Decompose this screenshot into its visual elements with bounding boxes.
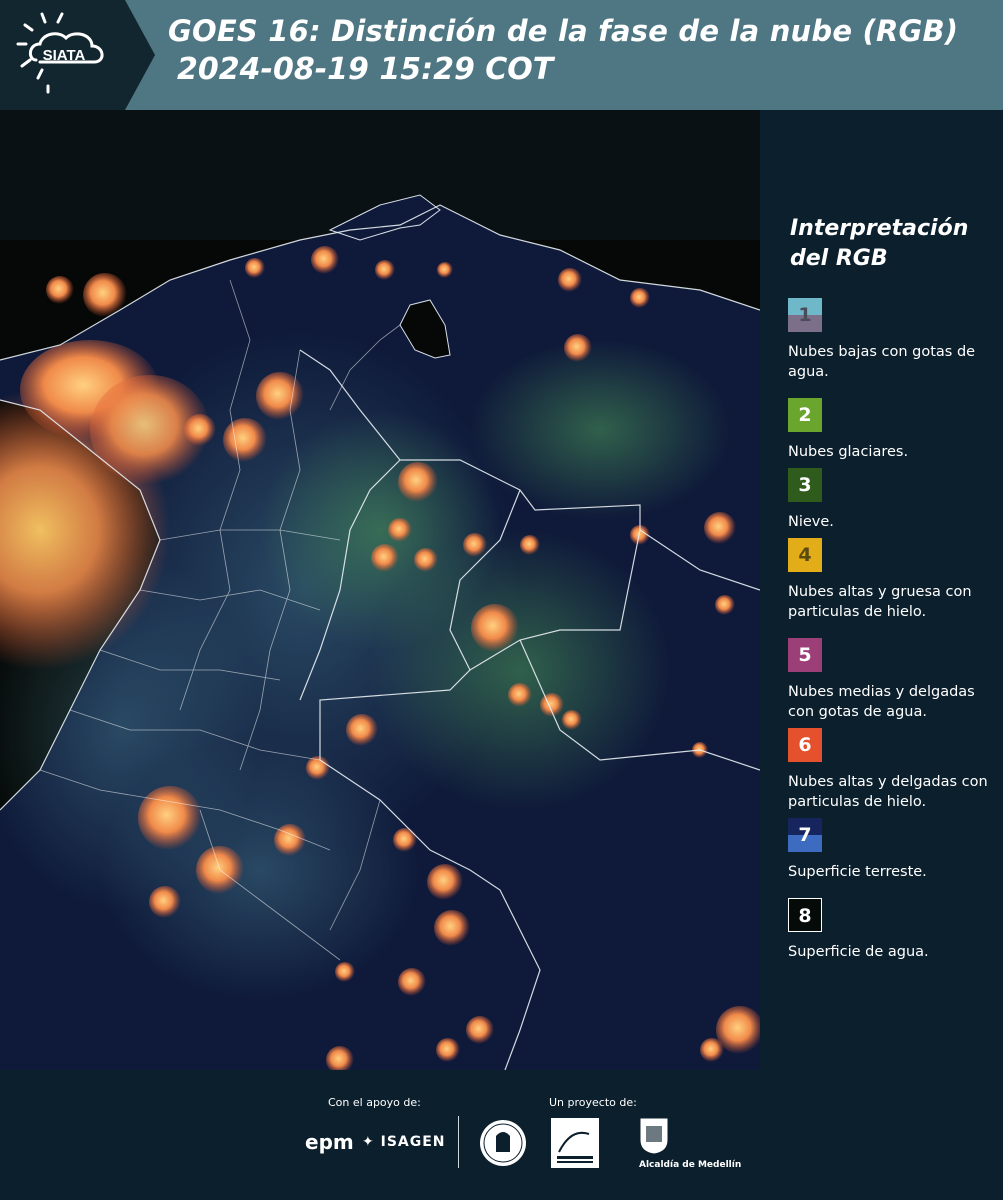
epm-logo-text: epm [305, 1130, 354, 1154]
legend-swatch: 3 [788, 468, 822, 502]
alcaldia-label: Alcaldía de Medellín [639, 1160, 742, 1170]
legend-label: Nubes bajas con gotas de agua. [788, 344, 976, 380]
legend-swatch: 4 [788, 538, 822, 572]
isagen-logo: ✦ ISAGEN [362, 1134, 446, 1150]
legend-title-line1: Interpretación [790, 216, 969, 241]
legend-title-line2: del RGB [790, 246, 888, 271]
legend-swatch: 8 [788, 898, 822, 932]
legend-swatch: 1 [788, 298, 822, 332]
legend-label: Nubes altas y delgadas con particulas de… [788, 774, 988, 810]
alcaldia-shield-icon [639, 1117, 669, 1155]
legend-swatch: 6 [788, 728, 822, 762]
isagen-logo-text: ISAGEN [380, 1134, 446, 1150]
legend-label: Nubes altas y gruesa con particulas de h… [788, 584, 972, 620]
legend-label: Nubes glaciares. [788, 444, 909, 460]
project-label: Un proyecto de: [549, 1096, 637, 1109]
legend-title: Interpretación del RGB [790, 214, 1000, 274]
footer-divider [458, 1116, 459, 1168]
legend-label: Superficie de agua. [788, 944, 929, 960]
legend-swatch: 2 [788, 398, 822, 432]
isagen-icon: ✦ [362, 1134, 375, 1150]
support-label: Con el apoyo de: [328, 1096, 421, 1109]
header-bar: SIATA GOES 16: Distinción de la fase de … [0, 0, 1003, 110]
legend-panel: Interpretación del RGB 1 Nubes bajas con … [788, 214, 1000, 960]
page-title: GOES 16: Distinción de la fase de la nub… [168, 14, 959, 48]
siata-logo-text: SIATA [43, 47, 86, 64]
seal-icon [480, 1120, 526, 1166]
siata-logo: SIATA [0, 0, 155, 110]
legend-swatch: 5 [788, 638, 822, 672]
epm-logo: epm [305, 1130, 354, 1154]
area-metropolitana-logo [551, 1118, 599, 1168]
legend-label: Nieve. [788, 514, 834, 530]
footer: Con el apoyo de: Un proyecto de: epm ✦ I… [0, 1070, 1003, 1200]
legend-swatch: 7 [788, 818, 822, 852]
legend-label: Nubes medias y delgadas con gotas de agu… [788, 684, 975, 720]
page-timestamp: 2024-08-19 15:29 COT [177, 52, 554, 87]
legend-label: Superficie terreste. [788, 864, 927, 880]
satellite-map [0, 110, 760, 1070]
map-frame [760, 110, 775, 1070]
